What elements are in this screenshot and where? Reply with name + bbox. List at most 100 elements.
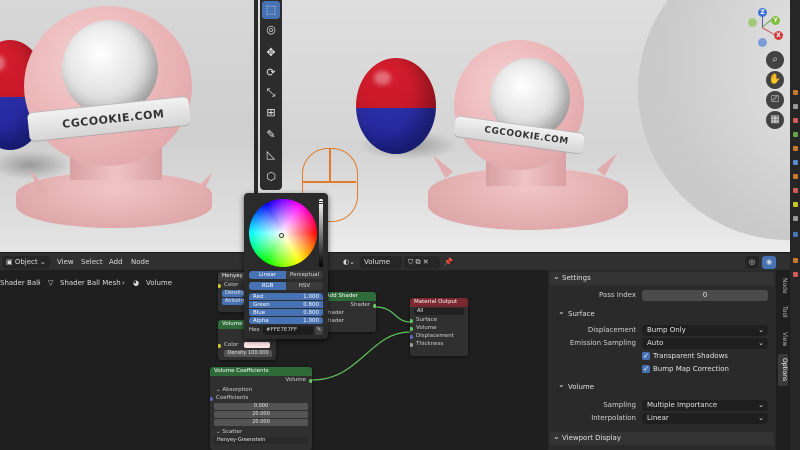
select-tool-icon[interactable]: ⬚	[262, 1, 280, 19]
annotate-tool-icon[interactable]: ✎	[262, 126, 280, 144]
menu-view[interactable]: View	[57, 256, 74, 269]
volume-color-swatch[interactable]	[244, 342, 270, 348]
sampling-dropdown[interactable]: Multiple Importance ⌄	[642, 400, 768, 411]
alpha-label: Alpha	[253, 318, 269, 324]
scatter-dropdown[interactable]: ⌄ Scatter	[210, 428, 312, 436]
red-channel-slider[interactable]: Red 1.000	[249, 293, 323, 301]
interpolation-dropdown[interactable]: Linear ⌄	[642, 413, 768, 424]
navigation-gizmo[interactable]: Z Y X	[742, 6, 788, 52]
menu-select[interactable]: Select	[81, 256, 103, 269]
henyey-density-field[interactable]: Density	[222, 290, 244, 297]
perceptual-mode-button[interactable]: Perceptual	[286, 271, 323, 279]
add-shader-output-socket[interactable]	[373, 303, 376, 308]
volume-coefficients-output-label: Volume	[285, 377, 306, 383]
viewport-display-header[interactable]: Viewport Display	[550, 430, 774, 445]
volume-output-socket[interactable]	[309, 378, 312, 383]
material-name-field[interactable]: Volume	[360, 256, 402, 269]
cursor-tool-icon[interactable]: ◎	[262, 21, 280, 39]
bump-map-correction-checkbox[interactable]: Bump Map Correction	[642, 364, 729, 375]
material-output-title: Material Output	[410, 298, 468, 307]
gizmo-y-icon[interactable]: Y	[771, 16, 780, 25]
blue-value: 0.800	[303, 310, 319, 316]
backdrop-toggle-icon[interactable]: ◉	[762, 256, 777, 269]
gizmo-z-icon[interactable]: Z	[758, 8, 767, 17]
alpha-channel-slider[interactable]: Alpha 1.000	[249, 317, 323, 325]
gizmo-neg-z-icon[interactable]	[758, 38, 767, 47]
menu-node[interactable]: Node	[131, 256, 149, 269]
chevron-down-icon: ⌄	[758, 414, 764, 422]
coefficient-x-field[interactable]: 0.000	[214, 403, 308, 410]
pass-index-field[interactable]: 0	[642, 290, 768, 301]
material-output-displacement: Displacement	[416, 333, 454, 339]
hsv-tab[interactable]: HSV	[286, 282, 323, 290]
displacement-dropdown[interactable]: Bump Only ⌄	[642, 325, 768, 336]
add-shader-node[interactable]: Add Shader Shader hader hader	[322, 292, 376, 332]
grid-view-icon[interactable]: ▦	[766, 111, 784, 129]
tab-view[interactable]: View	[778, 328, 788, 350]
pin-icon[interactable]: 📌	[444, 256, 453, 269]
menu-add[interactable]: Add	[109, 256, 123, 269]
mesh-icon: ▽	[48, 279, 54, 287]
chevron-right-icon: ›	[38, 279, 41, 287]
add-shader-title: Add Shader	[322, 292, 376, 301]
blue-channel-slider[interactable]: Blue 0.800	[249, 309, 323, 317]
wheel-cursor[interactable]	[279, 233, 284, 238]
material-actions[interactable]: ⛉ ⧉ ✕	[404, 256, 440, 269]
linear-mode-button[interactable]: Linear	[249, 271, 286, 279]
absorption-label: Absorption	[222, 387, 253, 393]
volume-subpanel-header[interactable]: Volume	[558, 379, 594, 393]
breadcrumb-mesh: Shader Ball Mesh	[60, 279, 121, 287]
henyey-anisotropy-field[interactable]: Anisotropy	[222, 298, 248, 305]
tab-options[interactable]: Options	[778, 354, 788, 386]
eyedropper-icon[interactable]: ✎	[315, 326, 323, 335]
volume-coefficients-node[interactable]: Volume Coefficients Volume ⌄ Absorption …	[210, 367, 312, 450]
settings-panel-header[interactable]: Settings	[550, 270, 774, 285]
rgb-tab[interactable]: RGB	[249, 282, 286, 290]
tab-node[interactable]: Node	[778, 274, 788, 298]
coefficient-y-field[interactable]: 20.000	[214, 411, 308, 418]
zoom-icon[interactable]: ⌕	[766, 51, 784, 69]
emission-sampling-dropdown[interactable]: Auto ⌄	[642, 338, 768, 349]
green-channel-slider[interactable]: Green 0.800	[249, 301, 323, 309]
surface-subpanel-header[interactable]: Surface	[558, 306, 595, 320]
sampling-label: Sampling	[603, 401, 636, 409]
material-type-icon[interactable]: ◐⌄	[343, 256, 355, 269]
viewport-left[interactable]: CGCOOKIE.COM	[0, 0, 254, 252]
chevron-down-icon: ⌄	[758, 401, 764, 409]
pan-hand-icon[interactable]: ✋	[766, 71, 784, 89]
sampling-value: Multiple Importance	[647, 401, 718, 409]
transparent-shadows-checkbox[interactable]: Transparent Shadows	[642, 351, 728, 362]
add-shader-input-2: hader	[328, 318, 344, 324]
coefficients-label: Coefficients	[216, 395, 249, 401]
gizmo-neg-y-icon[interactable]	[748, 18, 757, 27]
hex-label: Hex	[249, 327, 260, 333]
coefficient-z-field[interactable]: 20.000	[214, 419, 308, 426]
volume-coefficients-title: Volume Coefficients	[210, 367, 312, 376]
material-output-node[interactable]: Material Output All Surface Volume Displ…	[410, 298, 468, 356]
mode-label: Object	[14, 258, 38, 266]
material-output-target-dropdown[interactable]: All	[414, 308, 464, 315]
scatter-label: Scatter	[222, 429, 243, 435]
value-slider[interactable]	[318, 199, 324, 267]
camera-view-icon[interactable]: ⎚	[766, 91, 784, 109]
interpolation-label: Interpolation	[591, 414, 636, 422]
volume-density-field[interactable]: Density 100.000	[224, 350, 272, 357]
chevron-down-icon: ⌄	[758, 339, 764, 347]
tab-tool[interactable]: Tool	[778, 302, 788, 322]
scale-tool-icon[interactable]: ⤡	[262, 84, 280, 102]
transform-tool-icon[interactable]: ⊞	[262, 104, 280, 122]
hex-input[interactable]: #FFE7E7FF	[263, 326, 313, 335]
node-editor-header: ▣ Object ⌄ View Select Add Node ◐⌄ Volum…	[0, 252, 790, 270]
value-slider-handle[interactable]	[318, 201, 324, 204]
absorption-dropdown[interactable]: ⌄ Absorption	[210, 386, 312, 394]
gizmo-x-icon[interactable]: X	[774, 31, 783, 40]
object-mode-dropdown[interactable]: ▣ Object ⌄	[2, 256, 50, 269]
shader-ball-spike	[596, 149, 622, 177]
add-cube-tool-icon[interactable]: ⬡	[262, 168, 280, 186]
overlay-toggle-icon[interactable]: ◎	[745, 256, 760, 269]
move-tool-icon[interactable]: ✥	[262, 44, 280, 62]
rotate-tool-icon[interactable]: ⟳	[262, 64, 280, 82]
scatter-phase-dropdown[interactable]: Henyey-Greenstein	[214, 437, 308, 444]
measure-tool-icon[interactable]: ◺	[262, 146, 280, 164]
right-edge-strip	[790, 0, 800, 450]
